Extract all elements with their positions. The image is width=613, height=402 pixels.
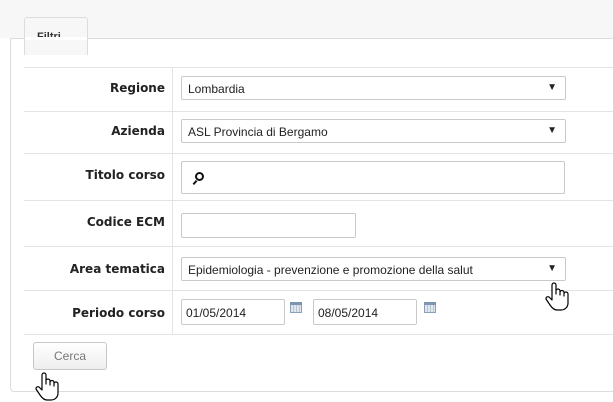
chevron-down-icon: ▼ bbox=[547, 263, 557, 274]
azienda-value: ASL Provincia di Bergamo bbox=[188, 125, 328, 139]
chevron-down-icon: ▼ bbox=[547, 125, 557, 136]
calendar-icon[interactable] bbox=[290, 302, 302, 313]
titolo-corso-label: Titolo corso bbox=[85, 168, 165, 182]
periodo-corso-label: Periodo corso bbox=[72, 306, 165, 320]
row-divider bbox=[24, 334, 613, 335]
row-divider bbox=[24, 67, 613, 68]
area-tematica-select[interactable]: Epidemiologia - prevenzione e promozione… bbox=[181, 257, 566, 281]
hand-cursor-icon bbox=[545, 282, 569, 311]
periodo-from-input[interactable]: 01/05/2014 bbox=[181, 299, 285, 325]
titolo-corso-input[interactable] bbox=[181, 161, 565, 194]
azienda-select[interactable]: ASL Provincia di Bergamo ▼ bbox=[181, 119, 566, 143]
regione-select[interactable]: Lombardia ▼ bbox=[181, 76, 566, 100]
filters-tab[interactable]: Filtri bbox=[24, 17, 88, 55]
top-strip bbox=[0, 0, 613, 38]
regione-value: Lombardia bbox=[188, 82, 245, 96]
area-tematica-value: Epidemiologia - prevenzione e promozione… bbox=[188, 263, 473, 277]
codice-ecm-label: Codice ECM bbox=[86, 215, 165, 229]
row-divider bbox=[24, 290, 613, 291]
codice-ecm-input[interactable] bbox=[181, 213, 356, 238]
row-divider bbox=[24, 246, 613, 247]
calendar-icon[interactable] bbox=[424, 302, 436, 313]
tab-gap bbox=[25, 37, 87, 40]
periodo-from-value: 01/05/2014 bbox=[186, 306, 247, 320]
search-button[interactable]: Cerca bbox=[33, 342, 107, 370]
chevron-down-icon: ▼ bbox=[547, 82, 557, 93]
periodo-to-value: 08/05/2014 bbox=[318, 306, 379, 320]
periodo-to-input[interactable]: 08/05/2014 bbox=[313, 299, 417, 325]
azienda-label: Azienda bbox=[111, 124, 165, 138]
hand-cursor-icon bbox=[35, 372, 59, 401]
row-divider bbox=[24, 111, 613, 112]
column-divider bbox=[172, 67, 173, 335]
regione-label: Regione bbox=[109, 81, 165, 95]
search-icon bbox=[195, 172, 204, 181]
row-divider bbox=[24, 153, 613, 154]
row-divider bbox=[24, 200, 613, 201]
area-tematica-label: Area tematica bbox=[69, 262, 165, 276]
